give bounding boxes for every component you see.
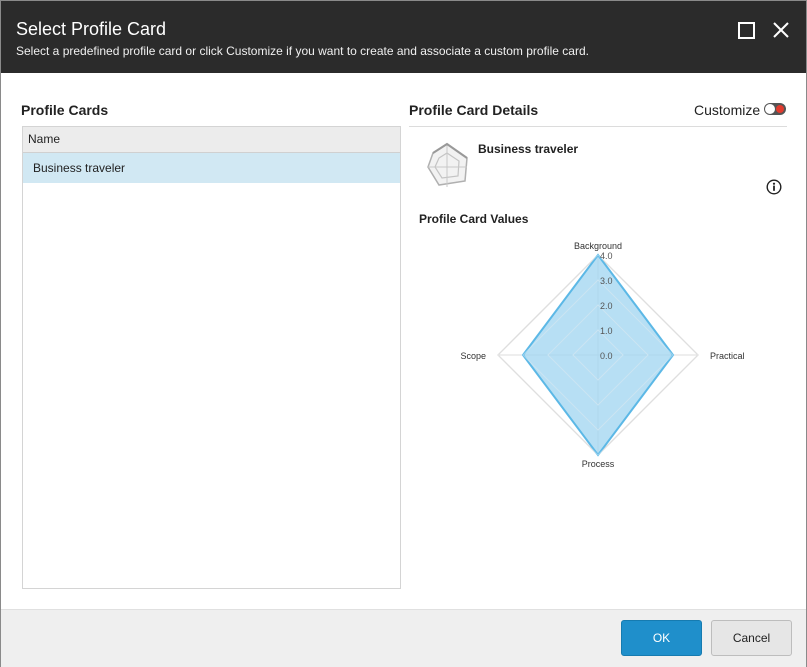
- name-column-header[interactable]: Name: [23, 127, 400, 153]
- radar-axis-label: Process: [582, 459, 615, 469]
- close-button[interactable]: [772, 21, 790, 39]
- maximize-icon: [738, 22, 755, 39]
- maximize-button[interactable]: [737, 21, 755, 39]
- dialog-title: Select Profile Card: [16, 19, 167, 39]
- profile-card-details-heading: Profile Card Details: [409, 102, 539, 118]
- details-divider: [409, 126, 787, 127]
- profile-card-values-heading: Profile Card Values: [419, 212, 529, 226]
- dialog-header: Select Profile Card Select a predefined …: [1, 1, 806, 73]
- dialog-subtitle: Select a predefined profile card or clic…: [16, 44, 589, 58]
- ok-button[interactable]: OK: [621, 620, 702, 656]
- radar-tick-label: 4.0: [600, 251, 613, 261]
- radar-series-area: [521, 253, 675, 457]
- close-icon: [773, 22, 789, 38]
- profile-cards-grid: Name Business traveler: [22, 126, 401, 589]
- radar-tick-label: 3.0: [600, 276, 613, 286]
- radar-tick-label: 2.0: [600, 301, 613, 311]
- selected-card-name: Business traveler: [478, 142, 579, 156]
- info-icon[interactable]: [766, 179, 782, 195]
- profile-card-thumbnail: [425, 141, 469, 188]
- profile-card-radar-chart: 0.0 1.0 2.0 3.0 4.0Background Practical Proces…: [460, 241, 745, 469]
- toggle-off-indicator: [776, 105, 784, 113]
- profile-card-row[interactable]: Business traveler: [23, 153, 400, 183]
- customize-label: Customize: [694, 102, 761, 118]
- cancel-button[interactable]: Cancel: [711, 620, 792, 656]
- dialog-footer: OK Cancel: [1, 609, 806, 667]
- radar-tick-label: 0.0: [600, 351, 613, 361]
- radar-axis-label: Scope: [460, 351, 486, 361]
- toggle-knob: [765, 104, 775, 114]
- profile-cards-heading: Profile Cards: [21, 102, 109, 118]
- radar-axis-label: Background: [574, 241, 622, 251]
- radar-tick-label: 1.0: [600, 326, 613, 336]
- select-profile-card-dialog: Select Profile Card Select a predefined …: [0, 0, 807, 667]
- radar-axis-label: Practical: [710, 351, 745, 361]
- customize-toggle[interactable]: [764, 103, 786, 115]
